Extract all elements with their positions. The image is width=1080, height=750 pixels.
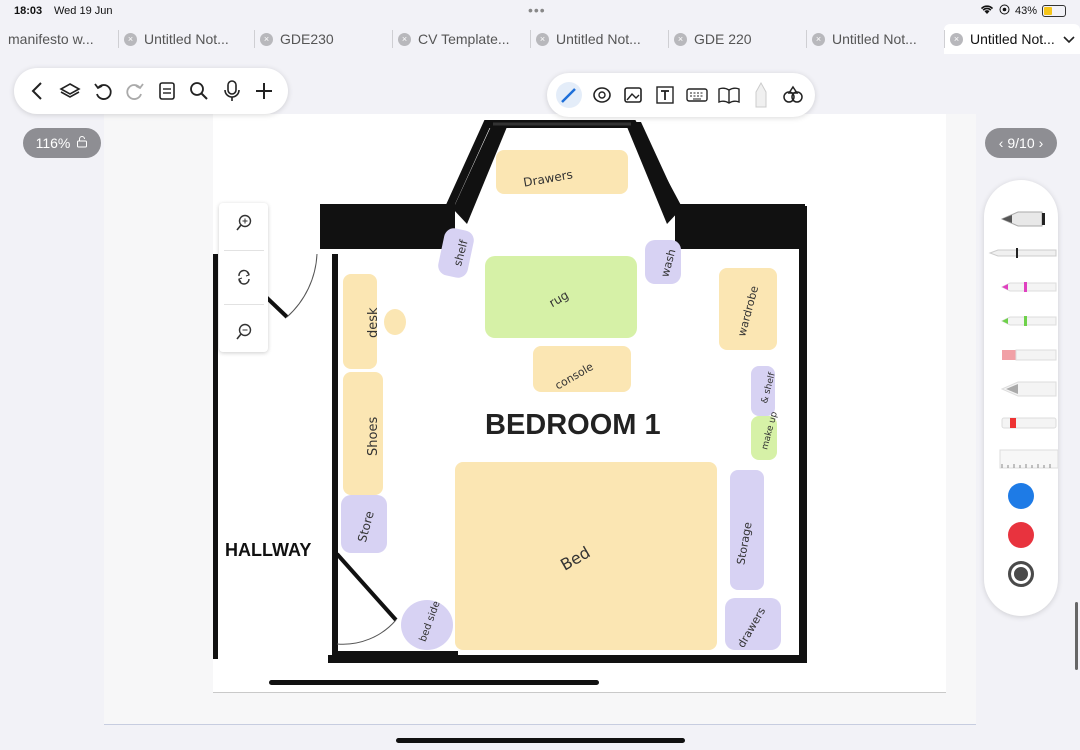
lock-icon [76,135,88,151]
chevron-down-icon[interactable] [1063,31,1075,47]
pink-highlighter-icon[interactable] [984,272,1058,302]
multitask-dots[interactable]: ••• [528,2,546,18]
tab-close-icon[interactable]: × [536,32,549,46]
tab-2[interactable]: × Untitled Not... [118,24,254,54]
redo-icon[interactable] [122,78,148,104]
back-icon[interactable] [25,78,51,104]
tab-label: GDE 220 [694,31,752,47]
document-icon[interactable] [154,78,180,104]
door-bottom-leaf [335,552,398,622]
door-top-arc [286,253,318,318]
page-indicator: 9/10 [1007,135,1035,151]
wifi-icon [980,4,994,18]
color-swatch-red[interactable] [1008,522,1034,548]
tab-label: manifesto w... [8,31,94,47]
page-next-icon[interactable]: › [1039,135,1044,151]
tab-close-icon[interactable]: × [260,32,273,46]
zoom-panel [219,203,268,352]
pen-palette [984,180,1059,616]
tab-label: CV Template... [418,31,510,47]
wall-left-block [320,204,455,249]
wall-right-block [675,204,805,249]
tab-7[interactable]: × Untitled Not... [806,24,944,54]
color-swatch-blue[interactable] [1008,483,1034,509]
zoom-level: 116% [35,135,71,151]
tab-6[interactable]: × GDE 220 [668,24,806,54]
tab-label: Untitled Not... [832,31,917,47]
status-right: 43% [980,4,1066,18]
zoom-out-icon[interactable] [231,319,257,345]
clock: 18:03 [14,5,43,17]
tab-close-icon[interactable]: × [812,32,825,46]
date: Wed 19 Jun [54,5,113,17]
tool-toolbar [547,73,815,117]
layers-icon[interactable] [57,78,83,104]
undo-icon[interactable] [90,78,116,104]
door-bottom-arc [336,619,397,645]
zoom-in-icon[interactable] [231,210,257,236]
laser-icon[interactable] [748,82,774,108]
tab-4[interactable]: × CV Template... [392,24,530,54]
page-indicator-pill[interactable]: ‹ 9/10 › [985,128,1057,158]
eraser-icon[interactable] [984,340,1058,370]
lasso-brush-icon[interactable] [984,374,1058,404]
lasso-icon[interactable] [588,82,614,108]
tab-close-icon[interactable]: × [398,32,411,46]
bedroom-title: BEDROOM 1 [485,409,661,441]
microphone-icon[interactable] [219,78,245,104]
tab-3[interactable]: × GDE230 [254,24,392,54]
tab-5[interactable]: × Untitled Not... [530,24,668,54]
tab-8[interactable]: × Untitled Not... [944,24,1080,54]
color-swatch-gray[interactable] [1008,561,1034,587]
status-bar: 18:03 Wed 19 Jun ••• 43% [0,0,1080,22]
zoom-level-pill[interactable]: 116% [23,128,101,158]
tab-close-icon[interactable]: × [674,32,687,46]
tab-close-icon[interactable]: × [950,32,963,46]
tab-close-icon[interactable]: × [124,32,137,46]
ruler-icon[interactable] [984,444,1059,474]
vertical-scrollbar[interactable] [1075,602,1078,670]
tab-label: Untitled Not... [556,31,641,47]
text-box-icon[interactable] [652,82,678,108]
ballpoint-pen-icon[interactable] [984,238,1058,268]
image-icon[interactable] [620,82,646,108]
hallway-label: HALLWAY [225,540,311,560]
wall-diag-right [625,122,681,224]
green-highlighter-icon[interactable] [984,306,1058,336]
rotate-icon[interactable] [231,264,257,290]
tab-bar: manifesto w... × Untitled Not... × GDE230 × CV… [0,24,1080,56]
tab-1[interactable]: manifesto w... [0,24,118,54]
home-indicator[interactable] [396,738,685,743]
label-desk: desk [366,307,381,338]
tab-label: Untitled Not... [144,31,229,47]
book-icon[interactable] [716,82,742,108]
page-prev-icon[interactable]: ‹ [999,135,1004,151]
fountain-pen-icon[interactable] [984,204,1058,234]
search-icon[interactable] [186,78,212,104]
shapes-icon[interactable] [780,82,806,108]
focus-icon [999,4,1010,18]
label-shoes: Shoes [366,417,381,456]
floorplan-drawing: BEDROOM 1 HALLWAY Drawers shelf rug wash… [213,120,807,663]
page-scroll-indicator[interactable] [269,680,599,685]
add-icon[interactable] [251,78,277,104]
battery-icon [1042,5,1066,17]
pen-icon[interactable] [556,82,582,108]
tab-label: Untitled Not... [970,31,1055,47]
battery-percent: 43% [1014,5,1037,17]
tab-label: GDE230 [280,31,334,47]
tape-icon[interactable] [984,408,1058,438]
navigation-toolbar [14,68,288,114]
keyboard-icon[interactable] [684,82,710,108]
note-page[interactable]: BEDROOM 1 HALLWAY Drawers shelf rug wash… [213,114,946,693]
